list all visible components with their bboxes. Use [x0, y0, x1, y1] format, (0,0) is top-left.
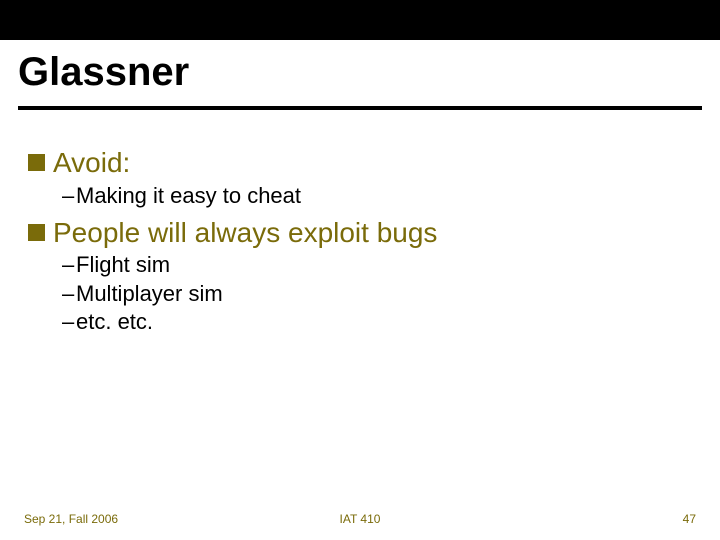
sub-bullet-text: etc. etc. [76, 309, 153, 334]
bullet-level2: –Making it easy to cheat [62, 182, 688, 210]
top-bar [0, 0, 720, 40]
bullet-level1: People will always exploit bugs [28, 216, 688, 250]
footer-page-number: 47 [683, 512, 696, 526]
bullet-level2: –Flight sim [62, 251, 688, 279]
slide-content: Avoid: –Making it easy to cheat People w… [28, 140, 688, 336]
bullet-level1: Avoid: [28, 146, 688, 180]
dash-icon: – [62, 280, 76, 308]
slide: Glassner Avoid: –Making it easy to cheat… [0, 0, 720, 540]
sub-bullet-text: Flight sim [76, 252, 170, 277]
bullet-level2: –Multiplayer sim [62, 280, 688, 308]
dash-icon: – [62, 182, 76, 210]
square-bullet-icon [28, 224, 45, 241]
dash-icon: – [62, 251, 76, 279]
dash-icon: – [62, 308, 76, 336]
slide-title: Glassner [18, 50, 189, 95]
title-underline [18, 106, 702, 110]
bullet-level2: –etc. etc. [62, 308, 688, 336]
sub-bullet-text: Multiplayer sim [76, 281, 223, 306]
bullet-text: Avoid: [53, 146, 130, 180]
bullet-text: People will always exploit bugs [53, 216, 437, 250]
footer-course: IAT 410 [24, 512, 696, 526]
sub-bullet-text: Making it easy to cheat [76, 183, 301, 208]
square-bullet-icon [28, 154, 45, 171]
